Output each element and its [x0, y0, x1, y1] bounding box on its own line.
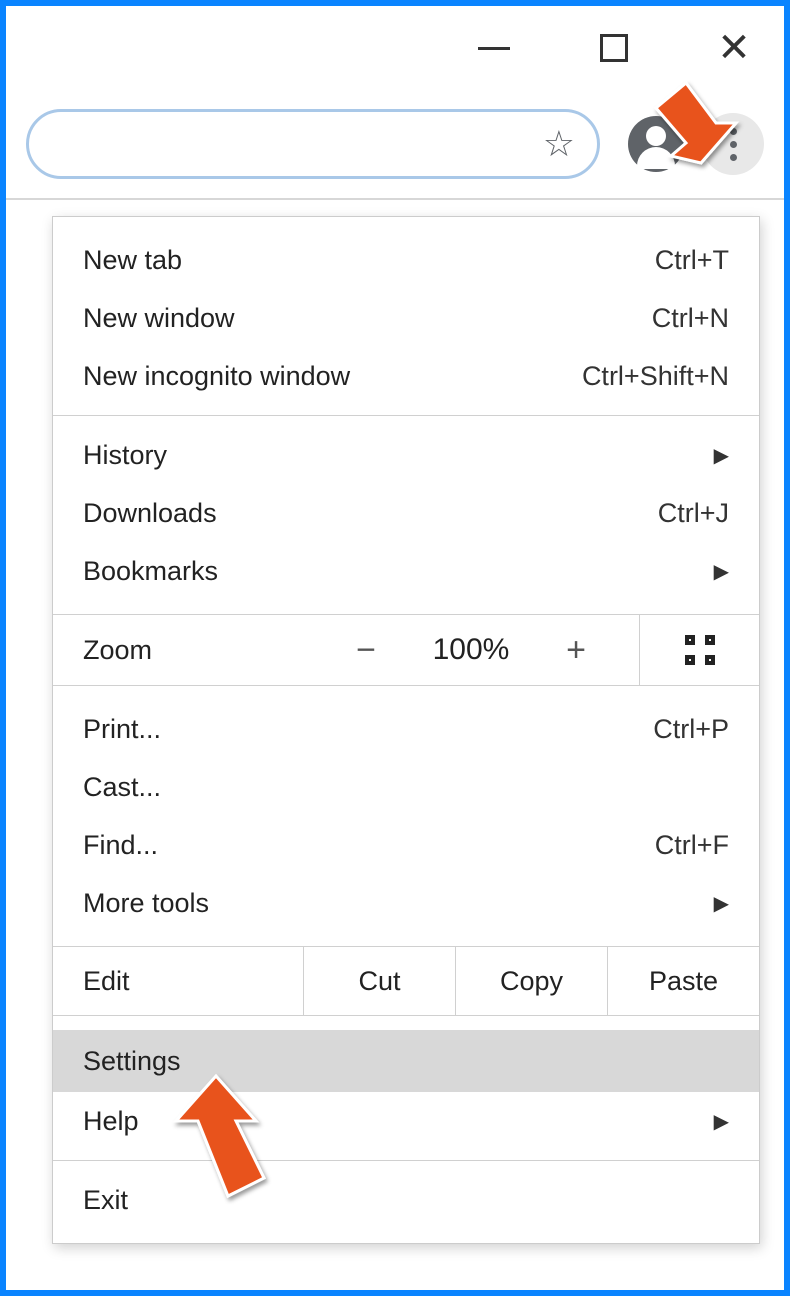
cut-button[interactable]: Cut: [303, 947, 455, 1015]
menu-item-exit[interactable]: Exit: [53, 1171, 759, 1229]
menu-label: Find...: [83, 830, 158, 861]
menu-label: Exit: [83, 1185, 128, 1216]
browser-window: ✕ ☆ PC risk.com New tab Ctrl+T New windo…: [0, 0, 790, 1296]
zoom-in-button[interactable]: +: [556, 631, 596, 670]
menu-label: Downloads: [83, 498, 217, 529]
minimize-icon: [478, 47, 510, 50]
profile-button[interactable]: [628, 116, 684, 172]
menu-item-new-window[interactable]: New window Ctrl+N: [53, 289, 759, 347]
menu-label: Help: [83, 1106, 139, 1137]
submenu-arrow-icon: ▶: [714, 559, 729, 584]
menu-edit-row: Edit Cut Copy Paste: [53, 946, 759, 1016]
menu-item-cast[interactable]: Cast...: [53, 758, 759, 816]
menu-item-history[interactable]: History ▶: [53, 426, 759, 484]
dot-icon: [730, 128, 737, 135]
menu-item-new-tab[interactable]: New tab Ctrl+T: [53, 231, 759, 289]
menu-item-bookmarks[interactable]: Bookmarks ▶: [53, 542, 759, 600]
close-icon: ✕: [717, 28, 751, 68]
zoom-out-button[interactable]: −: [346, 631, 386, 670]
menu-shortcut: Ctrl+J: [658, 498, 729, 529]
menu-label: New window: [83, 303, 235, 334]
menu-shortcut: Ctrl+Shift+N: [582, 361, 729, 392]
minimize-button[interactable]: [464, 18, 524, 78]
maximize-icon: [600, 34, 628, 62]
submenu-arrow-icon: ▶: [714, 443, 729, 468]
menu-item-print[interactable]: Print... Ctrl+P: [53, 700, 759, 758]
chrome-main-menu: New tab Ctrl+T New window Ctrl+N New inc…: [52, 216, 760, 1244]
fullscreen-icon: [685, 635, 715, 665]
zoom-controls: − 100% +: [303, 631, 639, 670]
menu-shortcut: Ctrl+P: [653, 714, 729, 745]
kebab-menu-button[interactable]: [702, 113, 764, 175]
copy-button[interactable]: Copy: [455, 947, 607, 1015]
submenu-arrow-icon: ▶: [714, 891, 729, 916]
menu-shortcut: Ctrl+F: [655, 830, 729, 861]
menu-separator: [53, 1160, 759, 1161]
close-button[interactable]: ✕: [704, 18, 764, 78]
menu-shortcut: Ctrl+N: [652, 303, 729, 334]
bookmark-star-icon[interactable]: ☆: [543, 123, 575, 165]
menu-label: New tab: [83, 245, 182, 276]
submenu-arrow-icon: ▶: [714, 1109, 729, 1134]
dot-icon: [730, 141, 737, 148]
menu-label: History: [83, 440, 167, 471]
dot-icon: [730, 154, 737, 161]
paste-button[interactable]: Paste: [607, 947, 759, 1015]
titlebar: ✕: [6, 6, 784, 90]
address-bar[interactable]: ☆: [26, 109, 600, 179]
browser-toolbar: ☆: [6, 90, 784, 200]
menu-label: New incognito window: [83, 361, 350, 392]
menu-separator: [53, 415, 759, 416]
menu-label: Print...: [83, 714, 161, 745]
menu-item-help[interactable]: Help ▶: [53, 1092, 759, 1150]
menu-item-settings[interactable]: Settings: [53, 1030, 759, 1092]
edit-label: Edit: [53, 947, 303, 1015]
menu-item-find[interactable]: Find... Ctrl+F: [53, 816, 759, 874]
menu-label: More tools: [83, 888, 209, 919]
menu-shortcut: Ctrl+T: [655, 245, 729, 276]
zoom-label: Zoom: [53, 635, 303, 666]
menu-zoom-row: Zoom − 100% +: [53, 614, 759, 686]
maximize-button[interactable]: [584, 18, 644, 78]
menu-item-new-incognito[interactable]: New incognito window Ctrl+Shift+N: [53, 347, 759, 405]
menu-label: Bookmarks: [83, 556, 218, 587]
menu-label: Settings: [83, 1046, 181, 1077]
menu-item-more-tools[interactable]: More tools ▶: [53, 874, 759, 932]
zoom-value: 100%: [426, 633, 516, 667]
fullscreen-button[interactable]: [639, 615, 759, 685]
menu-label: Cast...: [83, 772, 161, 803]
menu-item-downloads[interactable]: Downloads Ctrl+J: [53, 484, 759, 542]
